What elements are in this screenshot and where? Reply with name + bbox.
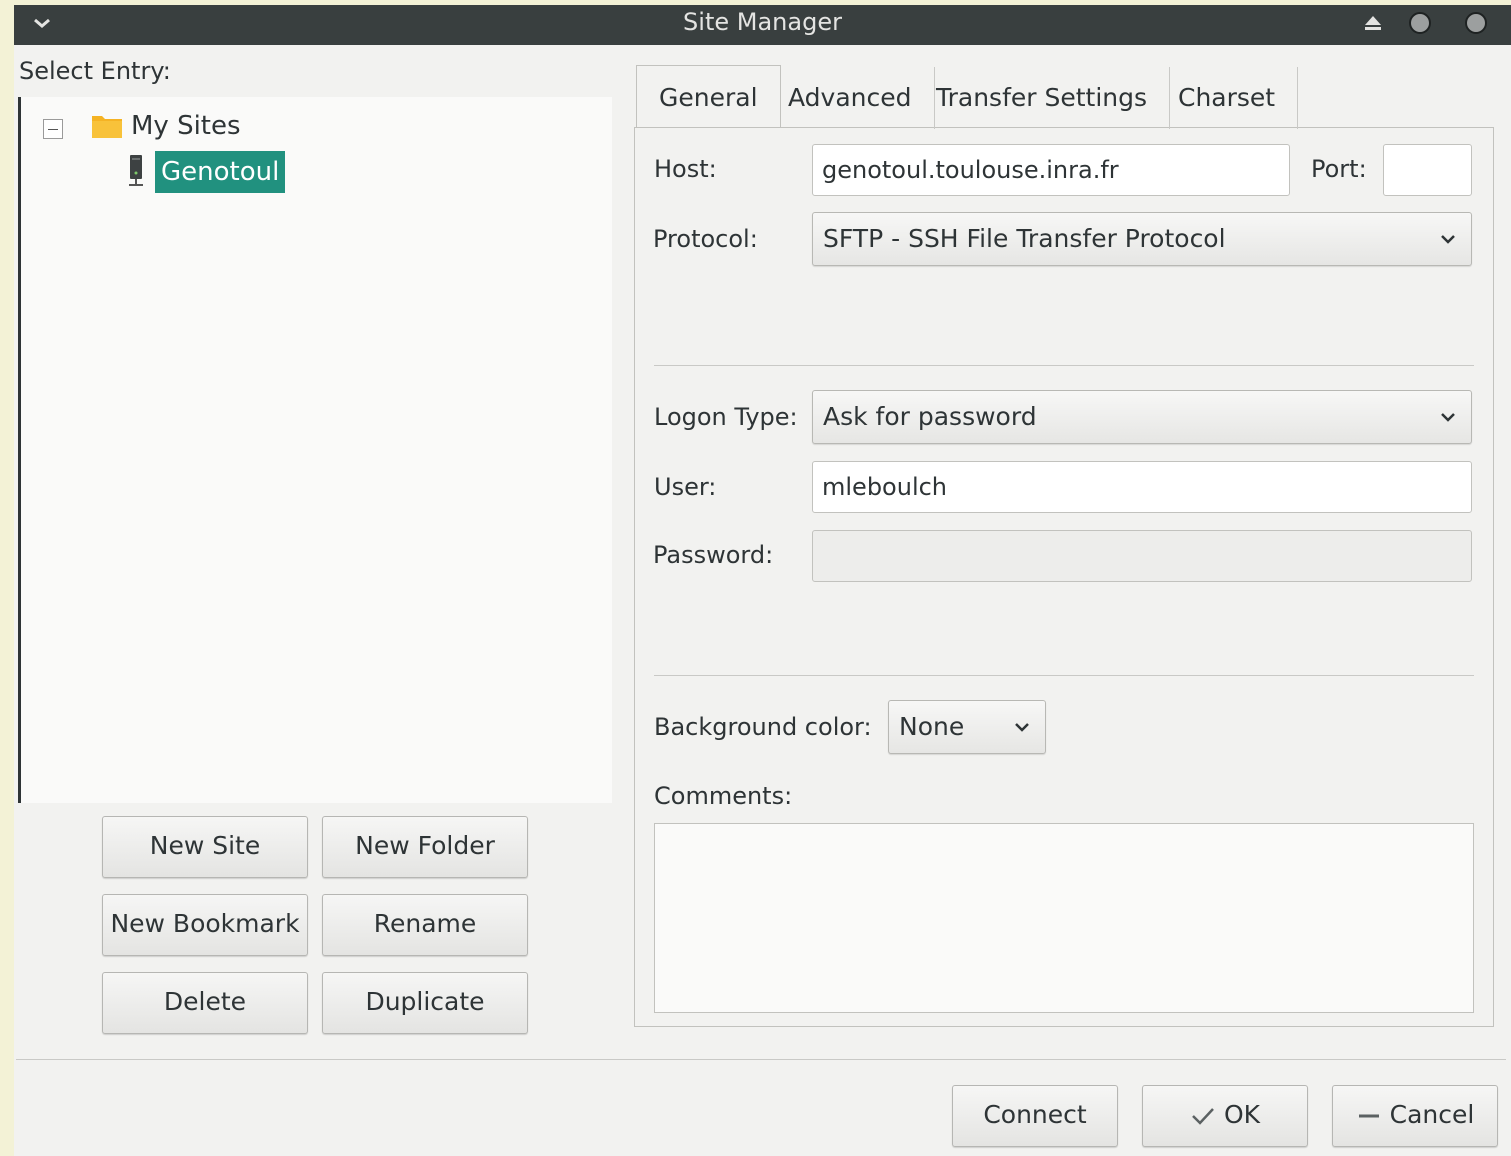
site-manager-window: Site Manager Select Entry: My Sites Geno… (14, 5, 1511, 1156)
port-label: Port: (1311, 155, 1367, 183)
logon-type-select[interactable]: Ask for password (812, 390, 1472, 444)
host-field[interactable]: genotoul.toulouse.inra.fr (812, 144, 1290, 196)
port-field[interactable] (1383, 144, 1472, 196)
user-label: User: (654, 473, 717, 501)
title-bar: Site Manager (14, 5, 1511, 45)
tab-general[interactable]: General (636, 65, 781, 127)
rename-button[interactable]: Rename (322, 894, 528, 956)
password-label: Password: (653, 541, 774, 569)
separator (654, 675, 1474, 676)
tree-item-genotoul[interactable]: Genotoul (155, 151, 286, 193)
ok-button-label: OK (1223, 1100, 1261, 1129)
tab-transfer-settings[interactable]: Transfer Settings (914, 67, 1171, 129)
separator (654, 365, 1474, 366)
minus-icon (1358, 1114, 1379, 1118)
comments-textarea[interactable] (654, 823, 1474, 1013)
logon-type-select-value: Ask for password (823, 402, 1037, 431)
background-color-select-value: None (899, 712, 965, 741)
checkmark-icon (1192, 1108, 1214, 1125)
duplicate-button[interactable]: Duplicate (322, 972, 528, 1034)
background-color-label: Background color: (654, 713, 872, 741)
minimize-button[interactable] (1409, 12, 1431, 34)
protocol-select-value: SFTP - SSH File Transfer Protocol (823, 224, 1226, 253)
server-icon (129, 155, 143, 186)
folder-icon (92, 116, 122, 138)
chevron-down-icon (1015, 723, 1029, 732)
chevron-down-icon (1441, 413, 1455, 422)
logon-type-label: Logon Type: (654, 403, 798, 431)
ok-button[interactable]: OK (1142, 1085, 1308, 1147)
maximize-button[interactable] (1465, 12, 1487, 34)
new-bookmark-button[interactable]: New Bookmark (102, 894, 308, 956)
user-field[interactable]: mleboulch (812, 461, 1472, 513)
tab-advanced[interactable]: Advanced (766, 67, 935, 129)
window-title: Site Manager (683, 8, 842, 36)
select-entry-label: Select Entry: (19, 57, 171, 85)
tree-item-my-sites[interactable]: My Sites (131, 111, 241, 141)
cancel-button[interactable]: Cancel (1332, 1085, 1498, 1147)
collapse-toggle[interactable] (43, 119, 63, 139)
cancel-button-label: Cancel (1389, 1100, 1475, 1129)
eject-icon[interactable] (1363, 13, 1383, 33)
site-tree[interactable]: My Sites Genotoul (18, 97, 612, 803)
host-label: Host: (654, 155, 717, 183)
connect-button[interactable]: Connect (952, 1085, 1118, 1147)
footer-separator (16, 1059, 1506, 1060)
password-field[interactable] (812, 530, 1472, 582)
background-color-select[interactable]: None (888, 700, 1046, 754)
comments-label: Comments: (654, 782, 793, 810)
protocol-label: Protocol: (653, 225, 758, 253)
tab-charset[interactable]: Charset (1156, 67, 1299, 129)
new-site-button[interactable]: New Site (102, 816, 308, 878)
new-folder-button[interactable]: New Folder (322, 816, 528, 878)
chevron-down-icon (1441, 235, 1455, 244)
delete-button[interactable]: Delete (102, 972, 308, 1034)
protocol-select[interactable]: SFTP - SSH File Transfer Protocol (812, 212, 1472, 266)
